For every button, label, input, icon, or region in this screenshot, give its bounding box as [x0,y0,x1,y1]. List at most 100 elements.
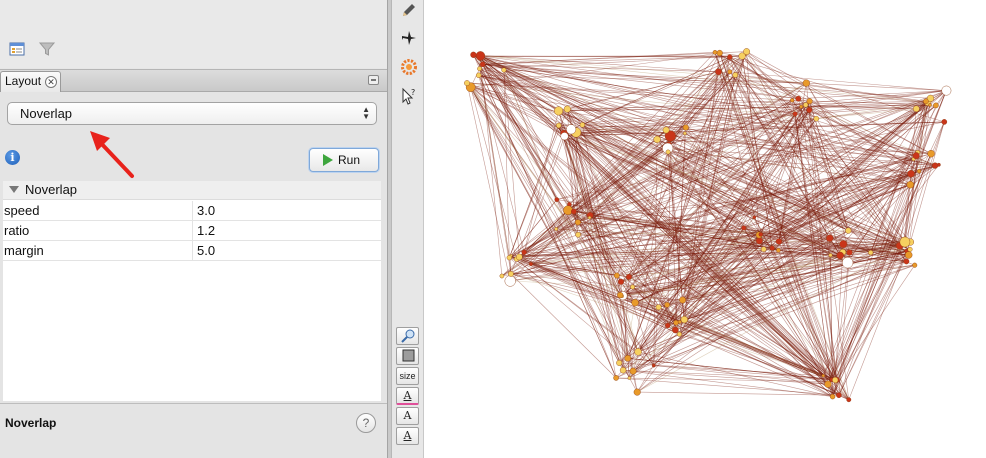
graph-node[interactable] [630,284,636,290]
graph-node[interactable] [464,80,470,86]
graph-node[interactable] [554,227,559,231]
graph-node[interactable] [916,169,922,174]
graph-node[interactable] [516,253,523,261]
select-help-icon[interactable]: ? [400,87,418,105]
graph-node[interactable] [665,149,671,155]
property-row-ratio[interactable]: ratio 1.2 [3,221,381,241]
graph-node[interactable] [570,208,577,215]
graph-node[interactable] [554,197,560,202]
graph-node[interactable] [716,49,723,57]
graph-node[interactable] [846,249,853,256]
graph-node[interactable] [504,275,516,287]
close-icon[interactable]: ✕ [45,76,57,88]
settings-icon[interactable] [400,58,418,76]
graph-node[interactable] [579,122,586,128]
graph-node[interactable] [912,152,920,160]
graph-node[interactable] [824,380,832,388]
tab-layout[interactable]: Layout ✕ [0,71,61,92]
graph-node[interactable] [613,272,620,279]
zoom-icon[interactable] [396,327,419,345]
graph-node[interactable] [613,375,619,381]
graph-node[interactable] [903,258,910,265]
graph-node[interactable] [555,122,562,129]
label-color-icon[interactable]: A [396,387,419,405]
help-button[interactable]: ? [356,413,376,433]
graph-node[interactable] [941,119,948,125]
info-icon[interactable]: i [5,150,20,165]
graph-node[interactable] [672,326,679,334]
graph-node[interactable] [806,98,813,105]
airplane-icon[interactable] [400,29,418,47]
graph-node[interactable] [743,48,750,55]
network-graph-canvas[interactable] [440,20,985,440]
label-font-icon[interactable]: A [396,427,419,445]
graph-node[interactable] [677,319,682,324]
graph-node[interactable] [806,107,813,113]
property-row-margin[interactable]: margin 5.0 [3,241,381,261]
graph-node[interactable] [905,251,913,259]
graph-node[interactable] [651,363,656,368]
graph-node[interactable] [566,124,577,135]
graph-node[interactable] [912,105,920,113]
graph-node[interactable] [664,322,671,329]
graph-node[interactable] [927,149,935,158]
graph-node[interactable] [528,261,533,266]
graph-node[interactable] [758,232,763,237]
graph-node[interactable] [907,246,913,252]
graph-node[interactable] [775,238,783,245]
graph-node[interactable] [769,245,775,251]
graph-node[interactable] [682,124,689,131]
graph-node[interactable] [475,51,486,61]
graph-node[interactable] [845,227,852,234]
graph-node[interactable] [521,249,527,255]
properties-group-header[interactable]: Noverlap [3,181,381,200]
graph-node[interactable] [631,299,639,307]
graph-node[interactable] [633,388,641,396]
graph-node[interactable] [712,49,718,55]
graph-node[interactable] [792,111,798,117]
graph-node[interactable] [933,102,939,109]
graph-node[interactable] [868,250,874,256]
graph-node[interactable] [479,61,486,68]
graph-node[interactable] [839,240,848,249]
graph-node[interactable] [680,316,688,324]
graph-node[interactable] [941,85,952,96]
graph-node[interactable] [727,54,733,60]
graph-node[interactable] [802,79,810,87]
graph-node[interactable] [752,215,757,220]
graph-node[interactable] [655,304,662,311]
graph-node[interactable] [574,219,581,226]
graph-node[interactable] [508,270,514,277]
graph-node[interactable] [619,367,627,374]
minimize-icon[interactable] [368,75,379,85]
graph-node[interactable] [932,162,939,169]
filter-icon[interactable] [38,40,56,58]
graph-node[interactable] [906,180,914,189]
graph-node[interactable] [836,392,842,399]
graph-node[interactable] [928,103,932,107]
property-value[interactable]: 5.0 [192,241,215,261]
graph-node[interactable] [899,236,911,248]
graph-node[interactable] [907,169,915,178]
property-value[interactable]: 1.2 [192,221,215,241]
graph-node[interactable] [923,98,929,105]
graph-node[interactable] [683,131,687,136]
graph-node[interactable] [676,331,682,337]
graph-node[interactable] [679,296,687,304]
property-row-speed[interactable]: speed 3.0 [3,201,381,221]
label-size-icon[interactable]: A [396,407,419,425]
graph-node[interactable] [554,106,564,116]
graph-node[interactable] [741,225,747,231]
graph-node[interactable] [821,374,825,378]
graph-node[interactable] [673,320,679,326]
size-icon[interactable]: size [396,367,419,385]
graph-node[interactable] [828,253,833,258]
graph-node[interactable] [506,255,512,261]
graph-node[interactable] [826,234,834,242]
graph-node[interactable] [617,292,624,299]
graph-node[interactable] [575,231,581,238]
graph-node[interactable] [629,367,637,375]
graph-node[interactable] [477,66,482,72]
property-value[interactable]: 3.0 [192,201,215,221]
graph-node[interactable] [616,359,623,366]
